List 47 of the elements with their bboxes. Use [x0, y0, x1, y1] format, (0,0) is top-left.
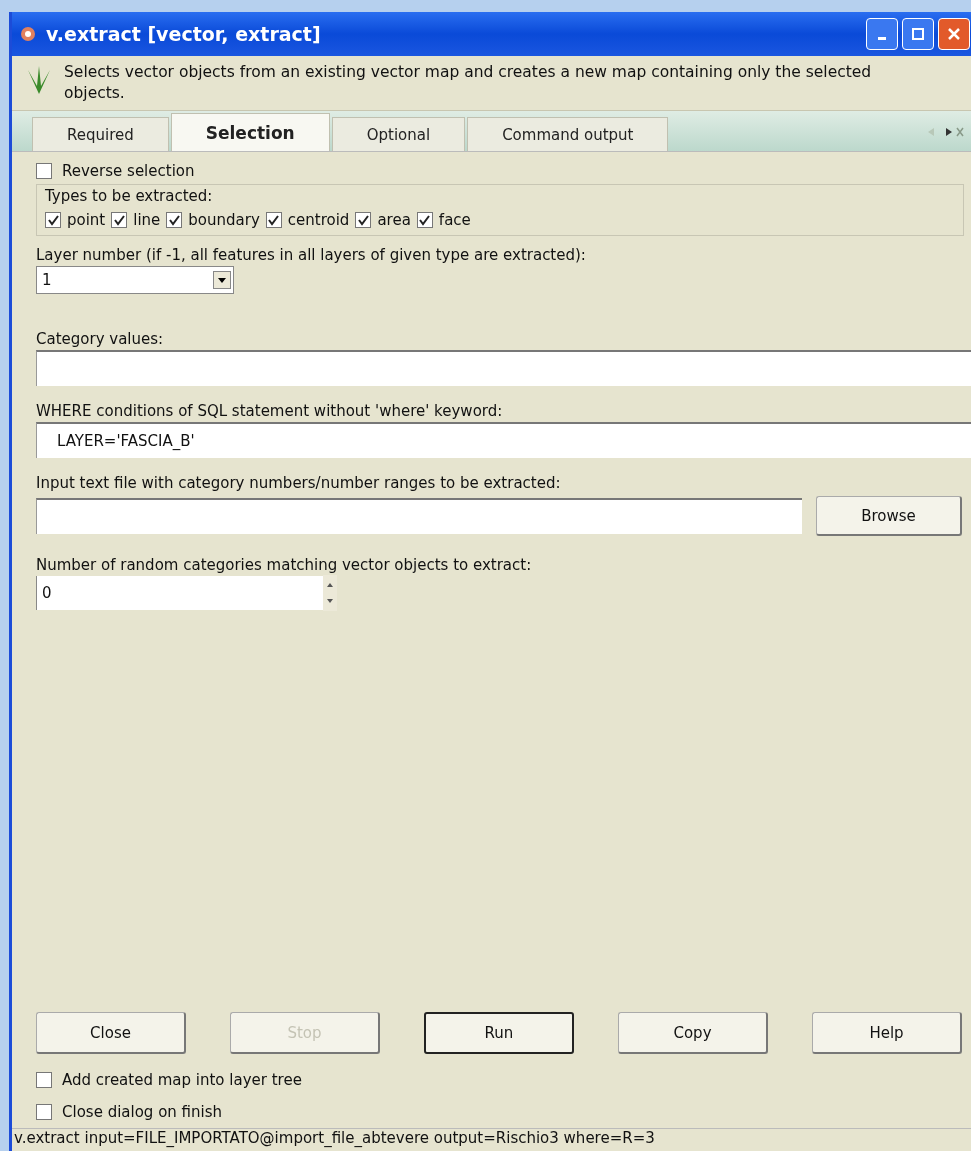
type-checkbox[interactable] [166, 212, 183, 228]
checkbox-label: face [438, 211, 471, 229]
close-button[interactable] [938, 18, 970, 50]
random-spin-field[interactable]: 0 [36, 576, 337, 610]
field-label: WHERE conditions of SQL statement without 'where' keyword: [36, 402, 503, 420]
dialog-button[interactable]: Run [424, 1012, 574, 1054]
checkbox-label: line [133, 211, 161, 229]
checkbox-label: Reverse selection [62, 162, 195, 180]
layer-dropdown[interactable]: 1 [36, 266, 234, 294]
checkbox-label: Add created map into layer tree [62, 1071, 302, 1089]
checkbox-label: boundary [188, 211, 260, 229]
type-checkbox[interactable] [111, 212, 128, 228]
reverse-selection-checkbox[interactable] [36, 163, 52, 179]
window-title: v.extract [vector, extract] [46, 23, 321, 45]
checkbox-label: point [67, 211, 106, 229]
maximize-icon [911, 27, 925, 41]
field-label: Layer number (if -1, all features in all layers of given type are extracted): [36, 246, 586, 264]
checkbox-label: Close dialog on finish [62, 1103, 223, 1121]
field-label: Number of random categories matching vector objects to extract: [36, 556, 532, 574]
tab[interactable]: Command output [467, 117, 669, 151]
where-field[interactable]: LAYER='FASCIA_B' [36, 422, 971, 458]
option-checkbox[interactable] [36, 1104, 52, 1120]
option-checkbox[interactable] [36, 1072, 52, 1088]
tab[interactable]: Required [32, 117, 169, 151]
field-label: Category values: [36, 330, 164, 348]
field-label: Input text file with category numbers/number ranges to be extracted: [36, 474, 561, 492]
minimize-icon [878, 36, 886, 40]
dialog-button[interactable]: Copy [618, 1012, 768, 1054]
spin-arrows-icon[interactable] [323, 575, 337, 611]
type-checkbox[interactable] [416, 212, 433, 228]
close-icon [947, 27, 961, 41]
type-checkbox[interactable] [265, 212, 282, 228]
tab[interactable]: Optional [331, 117, 466, 151]
description-text: Selects vector objects from an existing vector map and creates a new map containing only the selected objects. [64, 62, 873, 104]
checkbox-label: area [377, 211, 411, 229]
checkbox-label: centroid [287, 211, 350, 229]
type-checkbox[interactable] [355, 212, 372, 228]
dialog-button[interactable]: Close [36, 1012, 186, 1054]
type-checkbox[interactable] [45, 212, 61, 228]
tab[interactable]: Selection [170, 113, 330, 151]
minimize-button[interactable] [866, 18, 898, 50]
dialog-button[interactable]: Help [812, 1012, 962, 1054]
group-title: Types to be extracted: [45, 187, 214, 205]
status-bar: v.extract input=FILE_IMPORTATO@import_file_abtevere output=Rischio3 where=R=3 [12, 1128, 971, 1151]
app-icon [18, 24, 38, 44]
maximize-button[interactable] [902, 18, 934, 50]
browse-button[interactable]: Browse [816, 496, 962, 536]
